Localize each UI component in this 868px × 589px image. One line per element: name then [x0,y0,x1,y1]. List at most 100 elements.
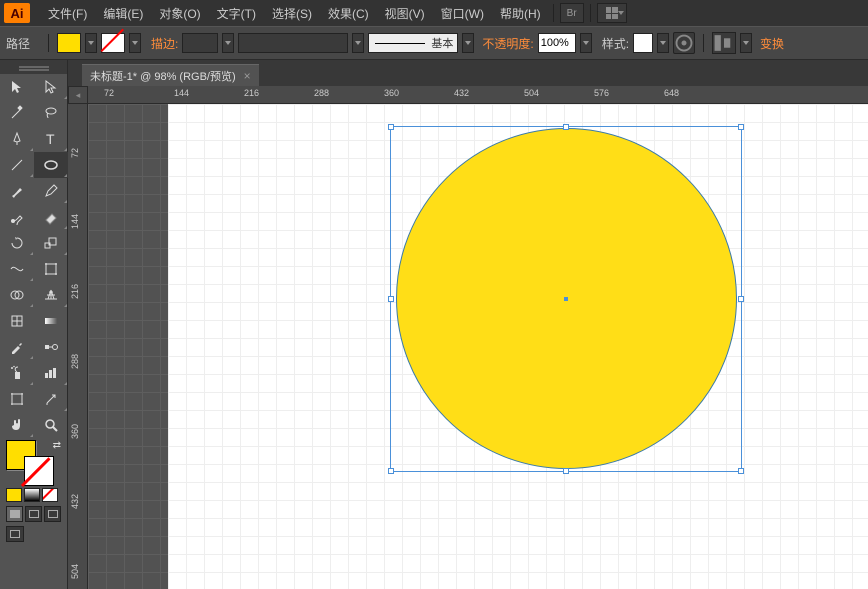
gradient-mode-button[interactable] [24,488,40,502]
divider [553,4,554,22]
draw-inside-button[interactable] [44,506,61,522]
stroke-label[interactable]: 描边: [151,35,178,52]
pasteboard [88,104,168,589]
lasso-tool[interactable] [34,100,68,126]
ruler-tick: 432 [454,88,469,98]
document-tab[interactable]: 未标题-1* @ 98% (RGB/预览) × [82,64,259,86]
gradient-tool[interactable] [34,308,68,334]
selection-tool[interactable] [0,74,34,100]
artboard[interactable] [168,104,868,589]
opacity-dropdown[interactable] [580,33,592,53]
free-transform-tool[interactable] [34,256,68,282]
selection-type-label: 路径 [6,35,30,52]
fill-color-swatch[interactable] [57,33,81,53]
brush-dropdown[interactable] [462,33,474,53]
resize-handle-tl[interactable] [388,124,394,130]
blend-tool[interactable] [34,334,68,360]
draw-normal-button[interactable] [6,506,23,522]
pen-tool[interactable] [0,126,34,152]
app-logo: Ai [4,3,30,23]
menu-window[interactable]: 窗口(W) [433,1,492,26]
menu-type[interactable]: 文字(T) [209,1,264,26]
rotate-tool[interactable] [0,230,34,256]
ruler-origin[interactable]: ◂ [68,86,88,104]
color-mode-button[interactable] [6,488,22,502]
resize-handle-mr[interactable] [738,296,744,302]
ruler-tick: 288 [70,354,80,369]
document-tab-bar: 未标题-1* @ 98% (RGB/预览) × [0,60,868,86]
symbol-sprayer-tool[interactable] [0,360,34,386]
menu-view[interactable]: 视图(V) [377,1,433,26]
ruler-tick: 144 [70,214,80,229]
resize-handle-tm[interactable] [563,124,569,130]
horizontal-ruler[interactable]: 72 144 216 288 360 432 504 576 648 [88,86,868,104]
line-tool[interactable] [0,152,34,178]
stroke-swatch[interactable] [24,456,54,486]
zoom-tool[interactable] [34,412,68,438]
menu-file[interactable]: 文件(F) [40,1,95,26]
menu-object[interactable]: 对象(O) [151,1,208,26]
stroke-color-swatch[interactable] [101,33,125,53]
canvas-area[interactable] [88,104,868,589]
align-dropdown[interactable] [740,33,752,53]
width-profile-dropdown[interactable] [352,33,364,53]
artboard-tool[interactable] [0,386,34,412]
none-mode-button[interactable] [42,488,58,502]
arrange-docs-button[interactable] [597,3,627,23]
swap-fill-stroke-icon[interactable]: ⇄ [53,440,61,451]
brush-definition[interactable]: 基本 [368,33,458,53]
panel-grip[interactable] [0,60,67,74]
stroke-dropdown[interactable] [129,33,141,53]
draw-mode-row [0,504,67,524]
ruler-tick: 288 [314,88,329,98]
close-tab-icon[interactable]: × [244,69,251,83]
pencil-tool[interactable] [34,178,68,204]
graphic-style-swatch[interactable] [633,33,653,53]
transform-label[interactable]: 变换 [760,35,784,52]
direct-selection-tool[interactable] [34,74,68,100]
resize-handle-br[interactable] [738,468,744,474]
perspective-grid-tool[interactable] [34,282,68,308]
shape-builder-tool[interactable] [0,282,34,308]
menu-select[interactable]: 选择(S) [264,1,320,26]
ellipse-tool[interactable] [34,152,68,178]
paintbrush-tool[interactable] [0,178,34,204]
stroke-weight-input[interactable] [182,33,218,53]
ruler-tick: 432 [70,494,80,509]
resize-handle-bl[interactable] [388,468,394,474]
vertical-ruler[interactable]: 72 144 216 288 360 432 504 [68,86,88,589]
selection-bounding-box[interactable] [390,126,742,472]
resize-handle-ml[interactable] [388,296,394,302]
align-button[interactable] [712,32,736,54]
svg-text:T: T [46,131,55,147]
variable-width-profile[interactable] [238,33,348,53]
scale-tool[interactable] [34,230,68,256]
mesh-tool[interactable] [0,308,34,334]
bridge-button[interactable]: Br [560,3,584,23]
draw-behind-button[interactable] [25,506,42,522]
column-graph-tool[interactable] [34,360,68,386]
eyedropper-tool[interactable] [0,334,34,360]
recolor-artwork-button[interactable] [673,32,695,54]
resize-handle-bm[interactable] [563,468,569,474]
magic-wand-tool[interactable] [0,100,34,126]
style-dropdown[interactable] [657,33,669,53]
document-tab-title: 未标题-1* @ 98% (RGB/预览) [90,68,236,84]
resize-handle-tr[interactable] [738,124,744,130]
eraser-tool[interactable] [34,204,68,230]
slice-tool[interactable] [34,386,68,412]
center-point[interactable] [564,297,568,301]
width-tool[interactable] [0,256,34,282]
menu-effect[interactable]: 效果(C) [320,1,377,26]
type-tool[interactable]: T [34,126,68,152]
blob-brush-tool[interactable] [0,204,34,230]
hand-tool[interactable] [0,412,34,438]
stroke-weight-dropdown[interactable] [222,33,234,53]
fill-dropdown[interactable] [85,33,97,53]
ruler-tick: 576 [594,88,609,98]
opacity-label[interactable]: 不透明度: [482,35,533,52]
screen-mode-button[interactable] [6,526,24,542]
menu-edit[interactable]: 编辑(E) [95,1,151,26]
menu-help[interactable]: 帮助(H) [492,1,549,26]
opacity-input[interactable]: 100% [538,33,576,53]
